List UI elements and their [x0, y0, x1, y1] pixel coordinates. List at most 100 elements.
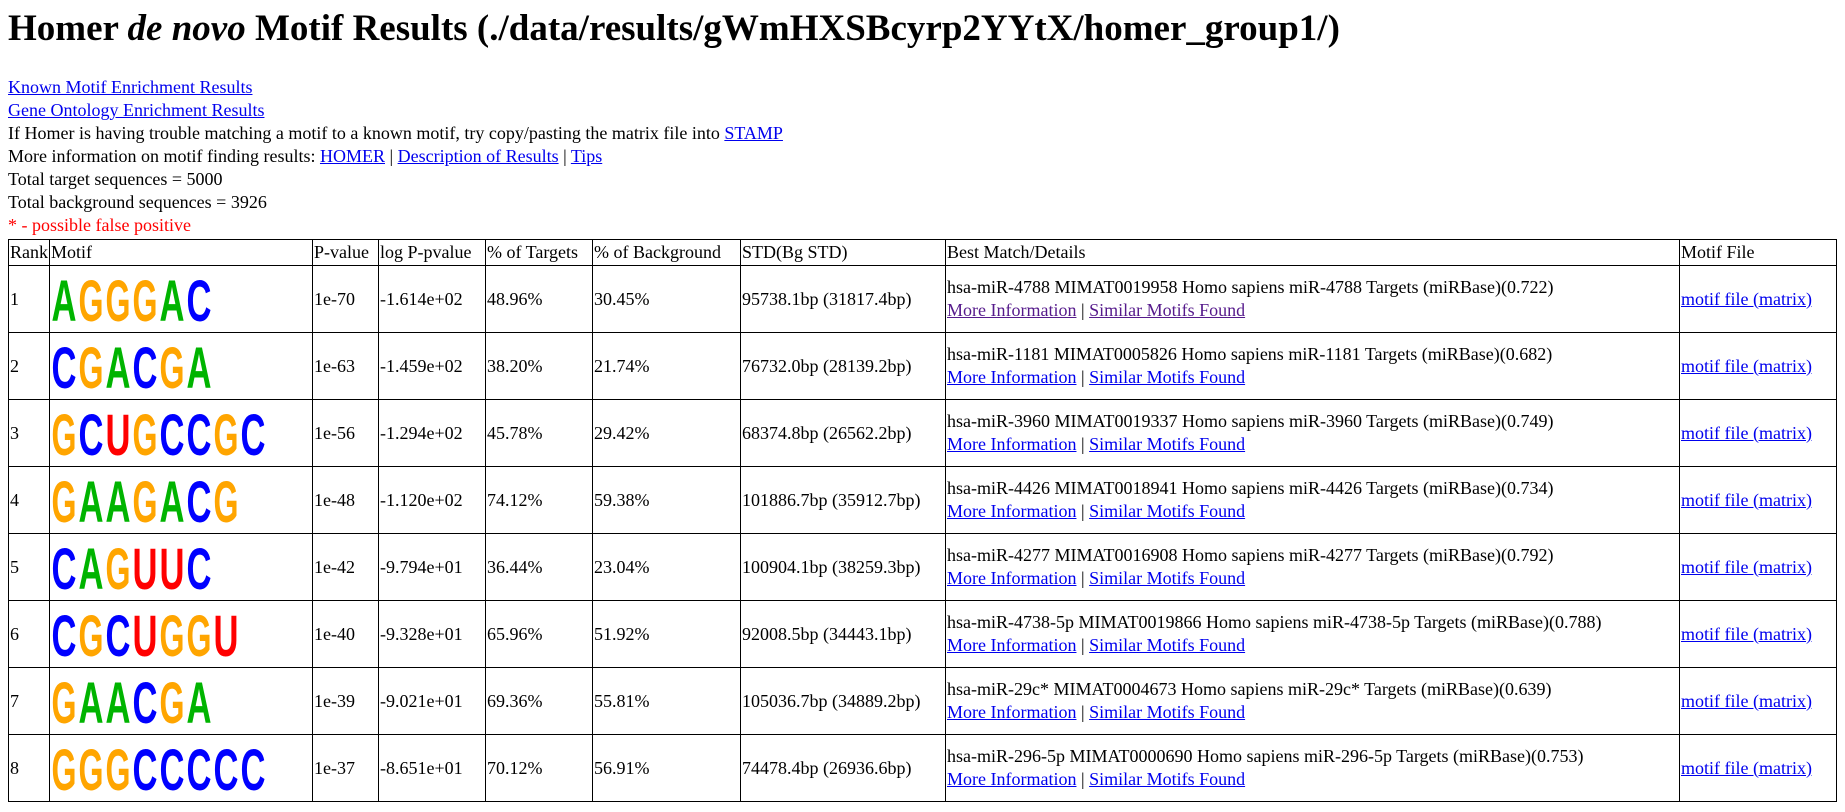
similar-motifs-link[interactable]: Similar Motifs Found [1089, 702, 1245, 722]
similar-motifs-link[interactable]: Similar Motifs Found [1089, 367, 1245, 387]
best-match-cell: hsa-miR-4788 MIMAT0019958 Homo sapiens m… [945, 265, 1680, 333]
similar-motifs-link[interactable]: Similar Motifs Found [1089, 568, 1245, 588]
motif-logo-letter: G [214, 470, 239, 530]
header-background: % of Background [592, 239, 741, 266]
details-links: More Information | Similar Motifs Found [947, 567, 1678, 590]
motif-file-link[interactable]: motif file (matrix) [1681, 691, 1812, 711]
motif-file-link[interactable]: motif file (matrix) [1681, 557, 1812, 577]
targets-cell: 74.12% [485, 466, 593, 534]
more-information-link[interactable]: More Information [947, 568, 1076, 588]
similar-motifs-link[interactable]: Similar Motifs Found [1089, 501, 1245, 521]
more-information-link[interactable]: More Information [947, 769, 1076, 789]
motif-file-link[interactable]: motif file (matrix) [1681, 423, 1812, 443]
gene-ontology-link[interactable]: Gene Ontology Enrichment Results [8, 100, 264, 120]
background-cell: 29.42% [592, 399, 741, 467]
tips-link[interactable]: Tips [571, 146, 602, 166]
details-links: More Information | Similar Motifs Found [947, 634, 1678, 657]
motif-logo-letter: C [79, 403, 104, 463]
background-cell: 59.38% [592, 466, 741, 534]
table-row: 6 C G C U G G U 1e-40 -9.328e+01 65.96% 51.92% 92008… [8, 600, 1837, 668]
motif-logo-letter: G [106, 537, 131, 597]
motif-logo-letter: G [160, 336, 185, 396]
motif-file-link[interactable]: motif file (matrix) [1681, 490, 1812, 510]
total-background: Total background sequences = 3926 [8, 192, 267, 212]
table-row: 8 G G G C C C C C 1e-37 -8.651e+01 70.12% 56.91% 7447… [8, 734, 1837, 802]
best-match-cell: hsa-miR-3960 MIMAT0019337 Homo sapiens m… [945, 399, 1680, 467]
motif-logo-image: GGGCCCCC [52, 738, 266, 798]
log-pvalue-cell: -1.459e+02 [378, 332, 486, 400]
similar-motifs-link[interactable]: Similar Motifs Found [1089, 300, 1245, 320]
page-title: Homer de novo Motif Results (./data/resu… [8, 8, 1837, 50]
motif-file-link[interactable]: motif file (matrix) [1681, 624, 1812, 644]
rank-cell: 7 [8, 667, 50, 735]
rank-cell: 3 [8, 399, 50, 467]
motif-logo-letter: C [187, 537, 212, 597]
motif-logo-letter: G [79, 269, 104, 329]
motif-logo-letter: A [106, 336, 131, 396]
motif-logo-letter: G [106, 269, 131, 329]
best-match-cell: hsa-miR-4426 MIMAT0018941 Homo sapiens m… [945, 466, 1680, 534]
log-pvalue-cell: -1.294e+02 [378, 399, 486, 467]
more-information-link[interactable]: More Information [947, 635, 1076, 655]
pvalue-cell: 1e-37 [312, 734, 379, 802]
stamp-link[interactable]: STAMP [724, 123, 783, 143]
title-prefix: Homer [8, 8, 128, 49]
motif-logo-letter: A [106, 470, 131, 530]
details-links: More Information | Similar Motifs Found [947, 299, 1678, 322]
more-information-link[interactable]: More Information [947, 300, 1076, 320]
motif-logo-letter: G [106, 738, 131, 798]
motif-logo-cell: GAACGA [49, 667, 313, 735]
similar-motifs-link[interactable]: Similar Motifs Found [1089, 434, 1245, 454]
homer-link[interactable]: HOMER [320, 146, 385, 166]
std-cell: 105036.7bp (34889.2bp) [740, 667, 946, 735]
similar-motifs-link[interactable]: Similar Motifs Found [1089, 769, 1245, 789]
more-information-link[interactable]: More Information [947, 434, 1076, 454]
similar-motifs-link[interactable]: Similar Motifs Found [1089, 635, 1245, 655]
title-suffix: Motif Results (./data/results/gWmHXSBcyr… [245, 8, 1340, 49]
header-best-match: Best Match/Details [945, 239, 1680, 266]
motif-logo-letter: A [79, 671, 104, 731]
link-separator: | [384, 146, 398, 166]
motif-logo-cell: CGACGA [49, 332, 313, 400]
more-information-link[interactable]: More Information [947, 702, 1076, 722]
more-information-link[interactable]: More Information [947, 501, 1076, 521]
pvalue-cell: 1e-56 [312, 399, 379, 467]
rank-cell: 4 [8, 466, 50, 534]
known-motif-link[interactable]: Known Motif Enrichment Results [8, 77, 252, 97]
table-header-row: Rank Motif P-value log P-pvalue % of Tar… [8, 239, 1837, 266]
motif-logo-letter: C [133, 336, 158, 396]
motif-logo-letter: A [160, 470, 185, 530]
motif-file-link[interactable]: motif file (matrix) [1681, 289, 1812, 309]
motif-file-link[interactable]: motif file (matrix) [1681, 356, 1812, 376]
rank-cell: 8 [8, 734, 50, 802]
details-links: More Information | Similar Motifs Found [947, 500, 1678, 523]
motif-logo-cell: GCUGCCGC [49, 399, 313, 467]
motif-logo-letter: U [133, 537, 158, 597]
details-links: More Information | Similar Motifs Found [947, 768, 1678, 791]
motif-logo-image: GAACGA [52, 671, 212, 731]
background-cell: 51.92% [592, 600, 741, 668]
targets-cell: 48.96% [485, 265, 593, 333]
targets-cell: 69.36% [485, 667, 593, 735]
link-separator: | [1076, 300, 1090, 320]
log-pvalue-cell: -9.794e+01 [378, 533, 486, 601]
best-match-text: hsa-miR-3960 MIMAT0019337 Homo sapiens m… [947, 411, 1554, 431]
link-separator: | [1076, 769, 1090, 789]
motif-file-link[interactable]: motif file (matrix) [1681, 758, 1812, 778]
motif-logo-letter: C [160, 403, 185, 463]
motif-file-cell: motif file (matrix) [1679, 332, 1837, 400]
description-link[interactable]: Description of Results [398, 146, 559, 166]
motif-logo-letter: C [241, 738, 266, 798]
stamp-text: If Homer is having trouble matching a mo… [8, 123, 725, 143]
more-information-link[interactable]: More Information [947, 367, 1076, 387]
best-match-cell: hsa-miR-29c* MIMAT0004673 Homo sapiens m… [945, 667, 1680, 735]
motif-logo-letter: U [106, 403, 131, 463]
motif-logo-cell: GGGCCCCC [49, 734, 313, 802]
targets-cell: 45.78% [485, 399, 593, 467]
motif-logo-letter: G [79, 336, 104, 396]
pvalue-cell: 1e-70 [312, 265, 379, 333]
motif-logo-letter: U [160, 537, 185, 597]
best-match-cell: hsa-miR-1181 MIMAT0005826 Homo sapiens m… [945, 332, 1680, 400]
best-match-text: hsa-miR-4738-5p MIMAT0019866 Homo sapien… [947, 612, 1602, 632]
motif-results-table: Rank Motif P-value log P-pvalue % of Tar… [8, 239, 1837, 802]
